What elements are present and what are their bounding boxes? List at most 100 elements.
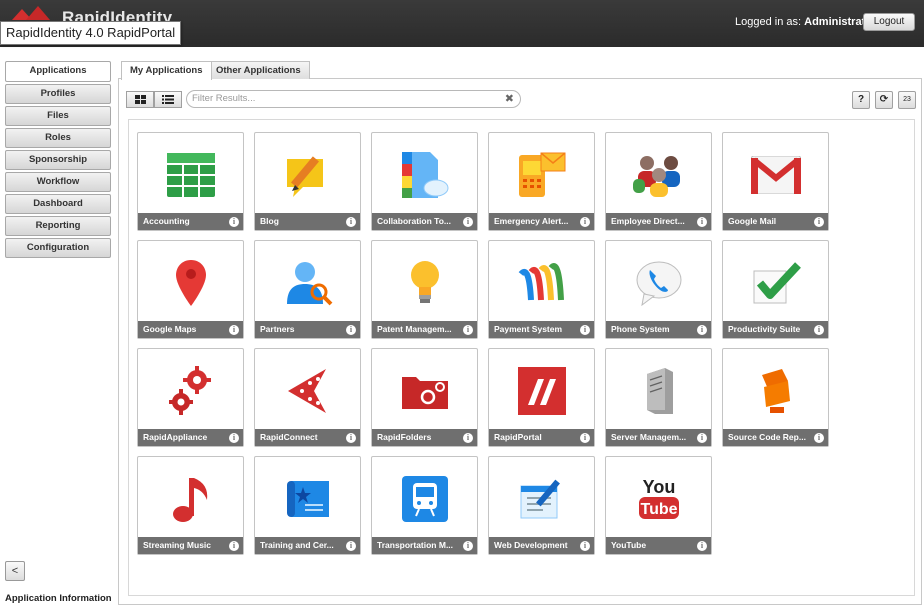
music-note-icon [138,461,243,537]
info-icon[interactable]: i [580,433,590,443]
app-tile-label: Training and Cer... [255,537,360,554]
sidebar-item-configuration[interactable]: Configuration [5,238,111,258]
app-tile-rapidconnect[interactable]: RapidConnect i [254,348,361,447]
app-tile-productivity-suite[interactable]: Productivity Suite i [722,240,829,339]
app-tile-label: Transportation M... [372,537,477,554]
logout-button[interactable]: Logout [863,13,915,31]
info-icon[interactable]: i [814,325,824,335]
info-icon[interactable]: i [463,217,473,227]
window-title-tooltip: RapidIdentity 4.0 RapidPortal [0,21,182,45]
info-icon[interactable]: i [229,217,239,227]
app-tile-label: Payment System [489,321,594,338]
app-tile-label: Collaboration To... [372,213,477,230]
app-tile-label: RapidFolders [372,429,477,446]
app-tile-partners[interactable]: Partners i [254,240,361,339]
app-tile-web-development[interactable]: Web Development i [488,456,595,555]
help-button[interactable]: ? [852,91,870,109]
lightbulb-icon [372,245,477,321]
phone-bubble-icon [606,245,711,321]
app-tile-label: Google Mail [723,213,828,230]
info-icon[interactable]: i [346,217,356,227]
app-tile-accounting[interactable]: Accounting i [137,132,244,231]
sidebar-nav: Applications Profiles Files Roles Sponso… [5,61,111,260]
info-icon[interactable]: i [814,217,824,227]
info-icon[interactable]: i [580,325,590,335]
tab-my-applications[interactable]: My Applications [121,61,212,80]
sidebar-item-files[interactable]: Files [5,106,111,126]
app-tile-google-maps[interactable]: Google Maps i [137,240,244,339]
list-view-button[interactable] [154,91,182,108]
app-tile-label: Blog [255,213,360,230]
application-information-label[interactable]: Application Information [5,593,112,604]
app-tile-label: RapidPortal [489,429,594,446]
info-icon[interactable]: i [346,433,356,443]
refresh-button[interactable]: ⟳ [875,91,893,109]
app-tile-phone-system[interactable]: Phone System i [605,240,712,339]
gmail-icon [723,137,828,213]
app-tile-google-mail[interactable]: Google Mail i [722,132,829,231]
app-tile-blog[interactable]: Blog i [254,132,361,231]
app-tile-transportation[interactable]: Transportation M... i [371,456,478,555]
sidebar-item-workflow[interactable]: Workflow [5,172,111,192]
app-tile-streaming-music[interactable]: Streaming Music i [137,456,244,555]
app-tile-label: Server Managem... [606,429,711,446]
info-icon[interactable]: i [697,325,707,335]
app-tile-source-code-repository[interactable]: Source Code Rep... i [722,348,829,447]
app-tile-rapidappliance[interactable]: RapidAppliance i [137,348,244,447]
sidebar-item-reporting[interactable]: Reporting [5,216,111,236]
youtube-icon: You Tube [606,461,711,537]
sidebar-item-profiles[interactable]: Profiles [5,84,111,104]
info-icon[interactable]: i [463,433,473,443]
rapidportal-icon [489,353,594,429]
app-tile-employee-directory[interactable]: Employee Direct... i [605,132,712,231]
filter-placeholder: Filter Results... [192,93,256,104]
app-tile-training-certification[interactable]: Training and Cer... i [254,456,361,555]
svg-text:Tube: Tube [640,501,677,518]
info-icon[interactable]: i [229,541,239,551]
wallet-icon [489,245,594,321]
sidebar-item-dashboard[interactable]: Dashboard [5,194,111,214]
app-tile-collaboration[interactable]: Collaboration To... i [371,132,478,231]
info-icon[interactable]: i [229,325,239,335]
app-tile-payment-system[interactable]: Payment System i [488,240,595,339]
info-icon[interactable]: i [814,433,824,443]
grid-icon [134,91,146,109]
app-tile-label: RapidAppliance [138,429,243,446]
app-tile-label: Source Code Rep... [723,429,828,446]
info-icon[interactable]: i [346,325,356,335]
app-tile-rapidfolders[interactable]: RapidFolders i [371,348,478,447]
info-icon[interactable]: i [463,541,473,551]
sidebar-item-applications[interactable]: Applications [5,61,111,82]
collapse-sidebar-button[interactable]: < [5,561,25,581]
app-tile-emergency-alert[interactable]: Emergency Alert... i [488,132,595,231]
info-icon[interactable]: i [697,541,707,551]
logged-in-label: Logged in as: Administrator [735,16,876,28]
svg-text:You: You [642,477,675,497]
info-icon[interactable]: i [346,541,356,551]
info-icon[interactable]: i [580,217,590,227]
web-dev-icon [489,461,594,537]
checkmark-icon [723,245,828,321]
rapididentity-logo-icon [12,6,52,20]
sidebar-item-roles[interactable]: Roles [5,128,111,148]
app-tile-server-management[interactable]: Server Managem... i [605,348,712,447]
sidebar-item-sponsorship[interactable]: Sponsorship [5,150,111,170]
cloud-docs-icon [372,137,477,213]
app-tile-youtube[interactable]: You Tube You Tube i [605,456,712,555]
app-tile-rapidportal[interactable]: RapidPortal i [488,348,595,447]
info-icon[interactable]: i [697,433,707,443]
filter-results-input[interactable]: Filter Results... ✖ [186,90,521,108]
people-icon [606,137,711,213]
info-icon[interactable]: i [463,325,473,335]
server-icon [606,353,711,429]
info-icon[interactable]: i [580,541,590,551]
app-tile-patent-management[interactable]: Patent Managem... i [371,240,478,339]
clear-filter-icon[interactable]: ✖ [505,91,514,107]
folder-gears-icon [372,353,477,429]
info-icon[interactable]: i [229,433,239,443]
source-code-icon [723,353,828,429]
info-icon[interactable]: i [697,217,707,227]
tab-other-applications[interactable]: Other Applications [207,61,310,79]
grid-view-button[interactable] [126,91,154,108]
item-count-button[interactable]: 23 [898,91,916,109]
